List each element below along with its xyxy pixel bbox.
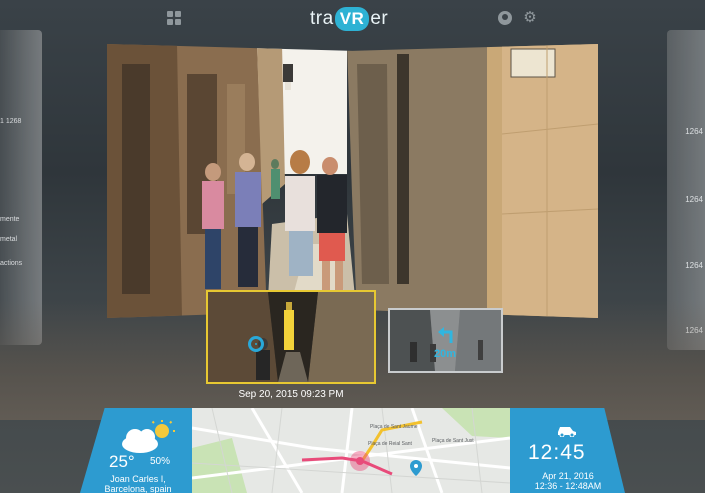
location-line-1: Joan Carles I, xyxy=(110,474,166,484)
clock-time: 12:45 xyxy=(528,441,586,464)
camera-thumbnail[interactable] xyxy=(206,290,376,384)
partly-cloudy-icon xyxy=(122,420,175,453)
clock-date: Apr 21, 2016 12:36 - 12:48AM xyxy=(518,471,618,491)
car-icon xyxy=(558,427,576,437)
view-count: 1264 xyxy=(685,127,703,136)
temperature: 25° xyxy=(109,452,135,471)
left-panel-text: actions xyxy=(0,260,23,267)
location-marker-icon xyxy=(248,336,264,352)
humidity: 50% xyxy=(150,456,171,467)
view-count: 1264 xyxy=(685,195,703,204)
location-line-2: Barcelona, spain xyxy=(104,484,172,493)
turn-left-icon xyxy=(438,327,453,343)
left-side-panel[interactable]: 1 1268 mente metal actions xyxy=(0,30,42,345)
logo-highlight: VR xyxy=(334,7,370,31)
weather-panel[interactable]: 25° 50% Joan Carles I, Barcelona, spain xyxy=(80,408,192,493)
left-panel-text: mente xyxy=(0,216,20,223)
location: Joan Carles I, Barcelona, spain xyxy=(86,474,190,493)
navigation-thumbnail[interactable]: 20m xyxy=(388,308,503,373)
map-label: Plaça de Sant Just xyxy=(432,438,474,444)
top-bar: tra VR er ⚙ xyxy=(0,0,705,38)
date-line-2: 12:36 - 12:48AM xyxy=(534,481,602,491)
map-panel[interactable]: Plaça de Reial Sant Plaça de Sant Jaume … xyxy=(192,408,510,493)
grid-icon[interactable] xyxy=(167,11,181,25)
app-logo: tra VR er xyxy=(310,5,388,33)
camera-timestamp: Sep 20, 2015 09:23 PM xyxy=(238,389,344,400)
view-count: 1264 xyxy=(685,261,703,270)
left-panel-text: 1 1268 xyxy=(0,118,22,125)
bottom-dashboard: 25° 50% Joan Carles I, Barcelona, spain xyxy=(80,408,625,493)
map-label: Plaça de Sant Jaume xyxy=(370,424,418,430)
gear-icon[interactable]: ⚙ xyxy=(523,10,537,25)
map-label: Plaça de Reial Sant xyxy=(368,441,412,447)
logo-prefix: tra xyxy=(310,8,334,29)
distance-label: 20m xyxy=(434,348,457,360)
left-panel-text: metal xyxy=(0,236,18,243)
panorama-view[interactable] xyxy=(107,44,598,318)
logo-suffix: er xyxy=(370,8,389,29)
clock-panel[interactable]: 12:45 Apr 21, 2016 12:36 - 12:48AM xyxy=(510,408,625,493)
user-icon[interactable] xyxy=(498,11,512,25)
date-line-1: Apr 21, 2016 xyxy=(542,471,594,481)
